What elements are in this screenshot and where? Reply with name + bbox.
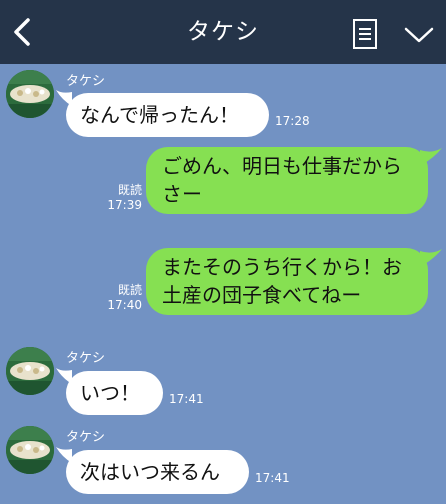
avatar-photo-icon <box>6 347 54 395</box>
contact-avatar[interactable] <box>6 70 54 118</box>
bubble-tail <box>420 249 442 267</box>
avatar-photo-icon <box>6 70 54 118</box>
sender-name: タケシ <box>66 74 106 89</box>
notes-icon <box>353 19 377 49</box>
message-bubble[interactable]: ごめん、明日も仕事だから さー <box>146 147 428 214</box>
message-bubble[interactable]: いつ！ <box>66 371 163 415</box>
message-text-line: さー <box>162 182 202 206</box>
message-text: 次はいつ来るん <box>80 460 220 484</box>
contact-avatar[interactable] <box>6 347 54 395</box>
message-bubble[interactable]: なんで帰ったん！ <box>66 93 269 137</box>
chevron-down-icon <box>404 27 434 43</box>
bubble-tail <box>420 148 442 166</box>
message-text-line: 土産の団子食べてねー <box>162 283 362 307</box>
chat-header: タケシ <box>0 0 446 64</box>
avatar-photo-icon <box>6 426 54 474</box>
message-time: 17:41 <box>255 471 290 485</box>
message-text-line: ごめん、明日も仕事だから <box>162 154 402 178</box>
contact-avatar[interactable] <box>6 426 54 474</box>
notes-button[interactable] <box>350 18 380 50</box>
menu-toggle-button[interactable] <box>402 22 436 48</box>
sender-name: タケシ <box>66 430 106 445</box>
read-label: 既読 <box>117 183 142 197</box>
read-receipt: 既読 17:39 <box>104 183 142 213</box>
read-label: 既読 <box>117 283 142 297</box>
message-bubble[interactable]: またそのうち行くから！お 土産の団子食べてねー <box>146 248 428 315</box>
message-time: 17:39 <box>107 198 142 212</box>
read-receipt: 既読 17:40 <box>104 283 142 313</box>
message-text-line: またそのうち行くから！お <box>162 255 402 279</box>
message-text: いつ！ <box>80 381 140 405</box>
message-time: 17:40 <box>107 298 142 312</box>
message-time: 17:28 <box>275 114 310 128</box>
sender-name: タケシ <box>66 351 106 366</box>
message-bubble[interactable]: 次はいつ来るん <box>66 450 249 494</box>
message-text: なんで帰ったん！ <box>80 103 239 127</box>
message-time: 17:41 <box>169 392 204 406</box>
